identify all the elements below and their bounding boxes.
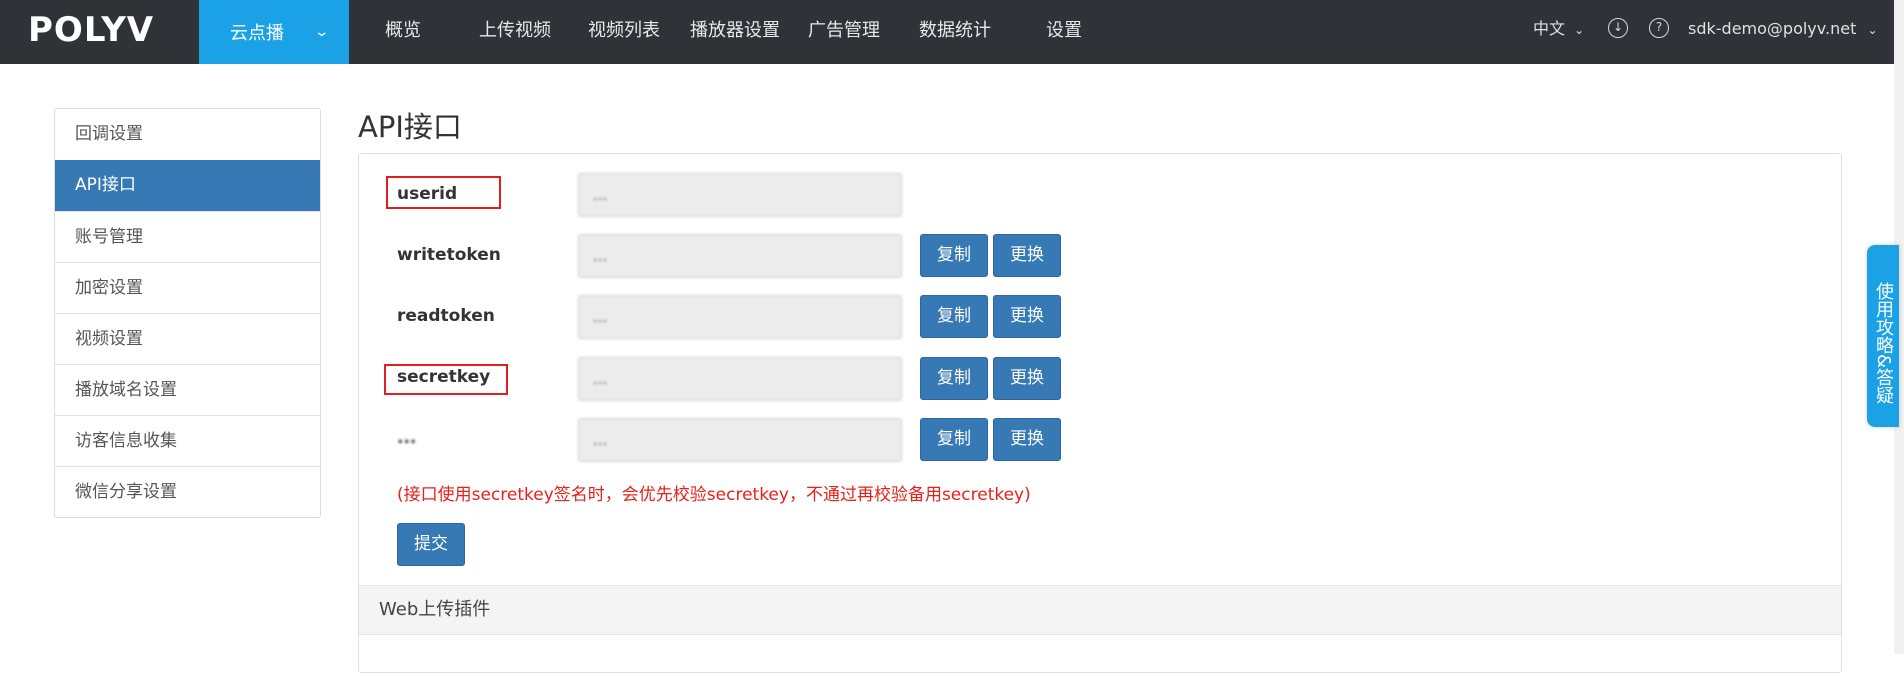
backup-secretkey-label: ...: [397, 428, 417, 448]
copy-backup-secretkey-button[interactable]: 复制: [920, 418, 988, 461]
download-icon[interactable]: ↓: [1608, 18, 1628, 38]
secretkey-note: (接口使用secretkey签名时，会优先校验secretkey，不通过再校验备…: [397, 485, 1031, 505]
nav-data-statistics[interactable]: 数据统计: [919, 0, 991, 64]
sidebar-item-api[interactable]: API接口: [55, 160, 320, 211]
polyv-logo[interactable]: POLYV: [28, 10, 154, 50]
readtoken-label: readtoken: [397, 306, 495, 326]
replace-readtoken-button[interactable]: 更换: [993, 295, 1061, 338]
language-label: 中文: [1533, 19, 1566, 38]
nav-upload-video[interactable]: 上传视频: [479, 0, 551, 64]
nav-video-list[interactable]: 视频列表: [588, 0, 660, 64]
nav-ad-management[interactable]: 广告管理: [808, 0, 880, 64]
sidebar-item-account[interactable]: 账号管理: [55, 211, 320, 262]
writetoken-field[interactable]: ...: [578, 234, 902, 278]
top-navigation-bar: POLYV 云点播 ⌄ 概览 上传视频 视频列表 播放器设置 广告管理 数据统计…: [0, 0, 1904, 64]
chevron-down-icon: ⌄: [1574, 23, 1585, 37]
sidebar-item-wechat-share[interactable]: 微信分享设置: [55, 466, 320, 517]
help-icon[interactable]: ?: [1649, 18, 1669, 38]
language-switcher[interactable]: 中文 ⌄: [1533, 0, 1584, 58]
writetoken-label: writetoken: [397, 245, 501, 265]
submit-button[interactable]: 提交: [397, 523, 465, 566]
secretkey-label: secretkey: [397, 367, 491, 387]
sidebar-item-video-settings[interactable]: 视频设置: [55, 313, 320, 364]
sidebar-item-callback-settings[interactable]: 回调设置: [55, 109, 320, 160]
chevron-down-icon: ⌄: [1867, 23, 1878, 37]
replace-writetoken-button[interactable]: 更换: [993, 234, 1061, 277]
help-guide-tab[interactable]: 使用攻略&答疑: [1867, 245, 1899, 427]
user-email: sdk-demo@polyv.net: [1688, 19, 1857, 38]
page-title: API接口: [358, 110, 462, 144]
userid-label: userid: [397, 184, 458, 204]
product-label: 云点播: [230, 23, 284, 44]
sidebar-item-visitor-info[interactable]: 访客信息收集: [55, 415, 320, 466]
secretkey-field[interactable]: ...: [578, 357, 902, 401]
sidebar-item-encryption[interactable]: 加密设置: [55, 262, 320, 313]
copy-writetoken-button[interactable]: 复制: [920, 234, 988, 277]
chevron-down-icon: ⌄: [313, 24, 331, 40]
web-upload-plugin-header[interactable]: Web上传插件: [359, 585, 1841, 635]
replace-backup-secretkey-button[interactable]: 更换: [993, 418, 1061, 461]
readtoken-field[interactable]: ...: [578, 295, 902, 339]
nav-overview[interactable]: 概览: [385, 0, 421, 64]
backup-secretkey-field[interactable]: ...: [578, 418, 902, 462]
nav-settings[interactable]: 设置: [1046, 0, 1082, 64]
sidebar-item-play-domain[interactable]: 播放域名设置: [55, 364, 320, 415]
settings-sidebar: 回调设置 API接口 账号管理 加密设置 视频设置 播放域名设置 访客信息收集 …: [54, 108, 321, 518]
copy-readtoken-button[interactable]: 复制: [920, 295, 988, 338]
copy-secretkey-button[interactable]: 复制: [920, 357, 988, 400]
replace-secretkey-button[interactable]: 更换: [993, 357, 1061, 400]
nav-player-settings[interactable]: 播放器设置: [690, 0, 780, 64]
product-switcher[interactable]: 云点播 ⌄: [199, 0, 349, 64]
user-menu[interactable]: sdk-demo@polyv.net ⌄: [1688, 0, 1878, 58]
userid-field[interactable]: ...: [578, 173, 902, 217]
